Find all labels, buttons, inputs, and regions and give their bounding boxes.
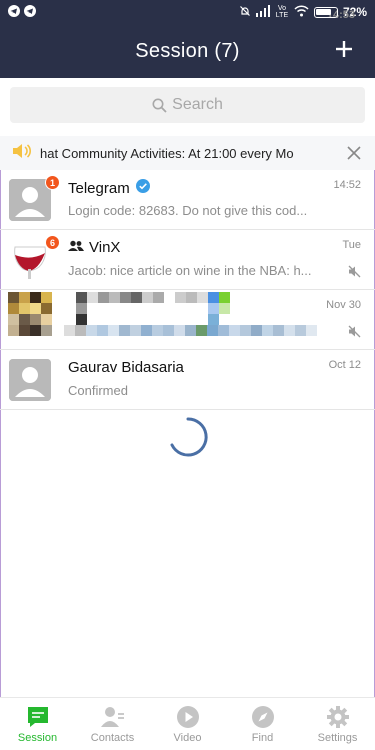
group-icon [68, 239, 84, 256]
volte-label: Vo LTE [275, 5, 289, 19]
tab-session[interactable]: Session [0, 698, 75, 750]
session-time: Oct 12 [328, 359, 361, 371]
add-icon[interactable] [329, 34, 359, 64]
session-row-gaurav[interactable]: Gaurav Bidasaria Confirmed Oct 12 [0, 350, 375, 410]
tab-settings[interactable]: Settings [300, 698, 375, 750]
session-name: Gaurav Bidasaria [68, 359, 184, 376]
unread-badge: 1 [45, 175, 60, 190]
session-time: 14:52 [333, 179, 361, 191]
close-icon[interactable] [345, 144, 363, 162]
speaker-icon [12, 143, 32, 164]
wifi-icon [294, 4, 309, 20]
tab-label: Find [251, 732, 274, 744]
session-row-pixelated[interactable]: Nov 30 [0, 290, 375, 350]
tab-label: Settings [317, 732, 358, 744]
search-area: Search [0, 78, 375, 136]
session-name-text: Telegram [68, 179, 130, 197]
play-icon [176, 705, 200, 729]
search-input[interactable]: Search [10, 87, 365, 123]
tab-find[interactable]: Find [225, 698, 300, 750]
muted-icon [348, 265, 361, 278]
loading-spinner [167, 416, 209, 458]
compass-icon [251, 705, 275, 729]
session-preview: Login code: 82683. Do not give this cod.… [68, 203, 308, 218]
page-title: Session (7) [135, 39, 240, 62]
session-name: VinX [68, 239, 120, 256]
pixelated-content [8, 292, 328, 348]
notice-text: hat Community Activities: At 21:00 every… [40, 145, 294, 161]
tab-label: Video [173, 732, 202, 744]
tab-label: Session [17, 732, 58, 744]
status-bar: 14:53 Vo LTE 72% [0, 0, 375, 24]
muted-icon [348, 325, 361, 338]
session-row-vinx[interactable]: 6 VinX Jacob: nice article on wine in th… [0, 230, 375, 290]
gear-icon [326, 705, 350, 729]
bottom-tab-bar: Session Contacts Video Find Settings [0, 697, 375, 750]
session-name-text: Gaurav Bidasaria [68, 359, 184, 376]
unread-badge: 6 [45, 235, 60, 250]
signal-icon [255, 4, 270, 20]
avatar [9, 359, 51, 401]
chat-icon [26, 705, 50, 729]
session-name-text: VinX [89, 239, 121, 256]
session-list: 1 Telegram Login code: 82683. Do not giv… [0, 170, 375, 410]
session-time: Tue [342, 239, 361, 251]
session-preview: Jacob: nice article on wine in the NBA: … [68, 263, 312, 278]
app-header: Session (7) [0, 24, 375, 78]
search-placeholder: Search [172, 96, 223, 113]
tab-contacts[interactable]: Contacts [75, 698, 150, 750]
session-name: Telegram [68, 179, 150, 197]
verified-icon [135, 179, 150, 197]
tab-label: Contacts [90, 732, 135, 744]
tab-video[interactable]: Video [150, 698, 225, 750]
notice-banner[interactable]: hat Community Activities: At 21:00 every… [0, 136, 375, 170]
mute-bell-icon [239, 5, 251, 20]
battery-icon [313, 6, 338, 18]
search-icon [152, 98, 167, 113]
session-preview: Confirmed [68, 383, 128, 398]
telegram-icon [8, 4, 20, 20]
session-time: Nov 30 [326, 299, 361, 311]
telegram-icon [24, 4, 36, 20]
session-row-telegram[interactable]: 1 Telegram Login code: 82683. Do not giv… [0, 170, 375, 230]
contacts-icon [100, 705, 125, 729]
